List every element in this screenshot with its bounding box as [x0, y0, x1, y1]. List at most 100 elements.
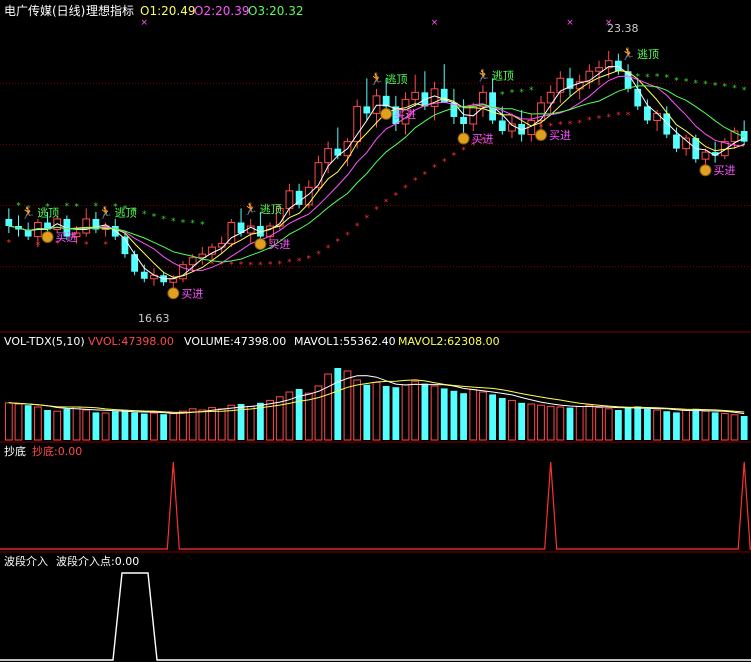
volume-bar: [460, 393, 467, 440]
trend-dot: *: [732, 84, 737, 94]
top-marker: ×: [431, 18, 439, 28]
volume-bar: [353, 379, 362, 441]
candle-body: [82, 218, 91, 234]
runner-icon: 🏃: [243, 202, 258, 216]
volume-bar: [430, 385, 439, 441]
trend-dot: *: [626, 111, 631, 121]
mavol1-value: MAVOL1:55362.40: [294, 335, 396, 348]
trend-dot: *: [161, 215, 166, 225]
trend-dot: *: [432, 163, 437, 173]
volume-bar: [546, 405, 555, 441]
signal-markers: 买进买进买进买进买进 买进买进🏃 逃顶 🏃 逃顶 🏃 逃顶🏃 逃顶 🏃 逃顶🏃 逃顶× × × ×: [21, 18, 736, 300]
trend-dot: *: [307, 255, 312, 265]
volume-bar: [479, 391, 487, 441]
trend-dot: *: [606, 113, 611, 123]
volume-bar: [663, 411, 671, 440]
volume-bar: [508, 399, 516, 441]
candle-body: [682, 137, 690, 150]
volume-bar: [489, 394, 496, 440]
o3-value: O3:20.32: [248, 4, 303, 18]
trend-dot: *: [355, 222, 360, 232]
trend-dot: *: [200, 220, 205, 230]
volume-bar: [53, 410, 62, 441]
trend-dot: *: [723, 82, 728, 92]
volume-bar: [720, 413, 729, 441]
escape-signal-label: 逃顶: [260, 203, 282, 216]
volume-bar: [701, 410, 710, 441]
top-marker: ×: [141, 18, 149, 28]
o1-value: O1:20.49: [140, 4, 195, 18]
volume-bar: [518, 402, 526, 440]
dip-indicator-name: 抄底: [4, 444, 26, 458]
candle-body: [314, 162, 323, 188]
runner-icon: 🏃: [21, 205, 36, 219]
money-bag-icon: [254, 238, 267, 251]
volume-bar: [411, 380, 420, 441]
trend-dot: *: [277, 260, 282, 270]
candle-body: [140, 271, 148, 279]
trend-dot: *: [616, 111, 621, 121]
money-bag-icon: [457, 132, 470, 145]
money-bag-icon: [534, 129, 547, 142]
o2-value: O2:20.39: [194, 4, 249, 18]
volume-bar: [372, 381, 381, 441]
candle-body: [634, 88, 642, 107]
money-bag-icon: [699, 164, 712, 177]
trend-dot: *: [684, 77, 689, 87]
trend-dot: *: [103, 240, 108, 250]
trend-dot: *: [665, 74, 670, 84]
volume-bar: [673, 412, 680, 440]
dip-signal-line: [0, 461, 751, 550]
wave-signal-line: [0, 572, 751, 661]
volume-bar: [24, 405, 32, 440]
stock-title: 电广传媒(日线): [4, 3, 85, 18]
trend-dot: *: [336, 238, 341, 248]
trend-dot: *: [365, 214, 370, 224]
runner-icon: 🏃: [621, 47, 636, 61]
dip-value: 抄底:0.00: [32, 444, 82, 458]
volume-bar: [566, 407, 574, 440]
candle-body: [188, 257, 197, 266]
trend-dot: *: [529, 86, 534, 96]
volume-bar: [692, 408, 700, 440]
indicator-name: 理想指标: [86, 3, 134, 18]
volume-bar: [595, 407, 603, 441]
escape-signal-label: 逃顶: [386, 73, 408, 86]
trend-dot: *: [403, 184, 408, 194]
buy-signal-label: 买进: [472, 133, 494, 146]
trend-dot: *: [65, 202, 70, 212]
volume-bar: [63, 408, 71, 440]
volume-bar: [401, 384, 410, 441]
trend-dot: *: [171, 217, 176, 227]
volume-bars: [4, 368, 748, 441]
buy-signal-label: 买进: [713, 164, 735, 177]
candle-body: [372, 95, 381, 114]
trend-dot: *: [229, 260, 234, 270]
trend-dot: *: [239, 261, 244, 271]
trend-dot: *: [655, 72, 660, 82]
volume-bar: [111, 411, 119, 440]
volume-bar: [585, 404, 594, 441]
trend-dot: *: [577, 119, 582, 129]
trend-dot: *: [500, 90, 505, 100]
high-price-label: 23.38: [607, 22, 639, 35]
volume-bar: [614, 410, 622, 440]
trend-dot: *: [742, 86, 747, 96]
volume-bar: [604, 408, 613, 441]
vvol-value: VVOL:47398.00: [88, 335, 174, 348]
trend-dot: *: [84, 240, 89, 250]
trend-dot: *: [384, 198, 389, 208]
volume-bar: [644, 408, 651, 440]
trend-dot: *: [326, 244, 331, 254]
volume-bar: [730, 414, 739, 441]
candle-body: [653, 112, 661, 121]
trend-dot: *: [510, 89, 515, 99]
candle-body: [460, 116, 467, 124]
candle-body: [411, 91, 420, 100]
candle-body: [673, 134, 680, 149]
buy-signal-label: 买进: [181, 287, 203, 300]
money-bag-icon: [41, 231, 54, 244]
candle-body: [5, 218, 13, 226]
volume-bar: [246, 405, 255, 441]
trend-dot: *: [316, 250, 321, 260]
